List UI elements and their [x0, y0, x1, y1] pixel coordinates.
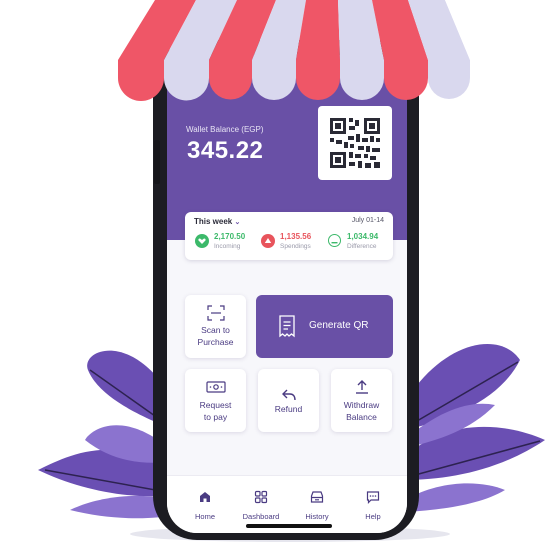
undo-arrow-icon [282, 389, 296, 401]
date-range: July 01-14 [351, 217, 384, 224]
incoming-label: Incoming [214, 243, 241, 250]
history-icon [310, 491, 324, 503]
incoming-value: 2,170.50 [214, 232, 246, 241]
refund-label: Refund [274, 404, 303, 414]
nav-label-help: Help [365, 512, 381, 521]
help-icon [366, 491, 380, 504]
nav-label-dashboard: Dashboard [242, 512, 280, 521]
weekly-summary-card: This week ⌄ July 01-14 2,170.50 Incoming… [185, 212, 393, 260]
scan-icon [207, 305, 225, 321]
scan-to-purchase-button[interactable]: Scan to Purchase [185, 295, 246, 358]
period-selector[interactable]: This week ⌄ [194, 217, 240, 226]
nav-label-home: Home [194, 512, 215, 521]
chevron-down-icon: ⌄ [234, 219, 241, 226]
spendings-label: Spendings [280, 243, 311, 250]
period-label: This week [194, 217, 233, 226]
phone-side-button [154, 140, 160, 184]
heart-icon [195, 234, 209, 248]
withdraw-label-line2: Balance [346, 412, 377, 422]
dashboard-icon [254, 490, 268, 504]
nav-item-home[interactable]: Home [181, 490, 229, 521]
difference-label: Difference [347, 243, 377, 250]
home-icon [200, 492, 210, 502]
arrow-up-icon [261, 234, 275, 248]
nav-item-dashboard[interactable]: Dashboard [237, 490, 285, 521]
upload-icon [356, 380, 368, 394]
withdraw-balance-button[interactable]: Withdraw Balance [331, 369, 392, 432]
request-label-line2: to pay [203, 412, 228, 422]
withdraw-label-line1: Withdraw [343, 400, 380, 410]
wallet-balance-label: Wallet Balance (EGP) [186, 125, 264, 134]
refund-button[interactable]: Refund [258, 369, 319, 432]
home-indicator [246, 524, 332, 528]
spendings-value: 1,135.56 [280, 232, 312, 241]
minus-circle-icon [328, 234, 341, 247]
request-label-line1: Request [199, 400, 232, 410]
generate-qr-label: Generate QR [309, 320, 369, 331]
difference-value: 1,034.94 [347, 232, 379, 241]
nav-item-history[interactable]: History [293, 490, 341, 521]
nav-item-help[interactable]: Help [349, 490, 397, 521]
app-screen: Wallet Balance (EGP) 345.22 This week ⌄ … [167, 55, 407, 533]
wallet-balance-value: 345.22 [187, 137, 264, 164]
scan-label-line2: Purchase [197, 337, 234, 347]
nav-label-history: History [305, 512, 329, 521]
request-to-pay-button[interactable]: Request to pay [185, 369, 246, 432]
generate-qr-button[interactable]: Generate QR [256, 295, 393, 358]
qr-code-icon [330, 118, 380, 168]
cash-icon [206, 381, 226, 393]
qr-code-button[interactable] [318, 106, 392, 180]
scan-label-line1: Scan to [201, 325, 230, 335]
store-awning [118, 0, 549, 101]
receipt-icon [279, 315, 295, 338]
